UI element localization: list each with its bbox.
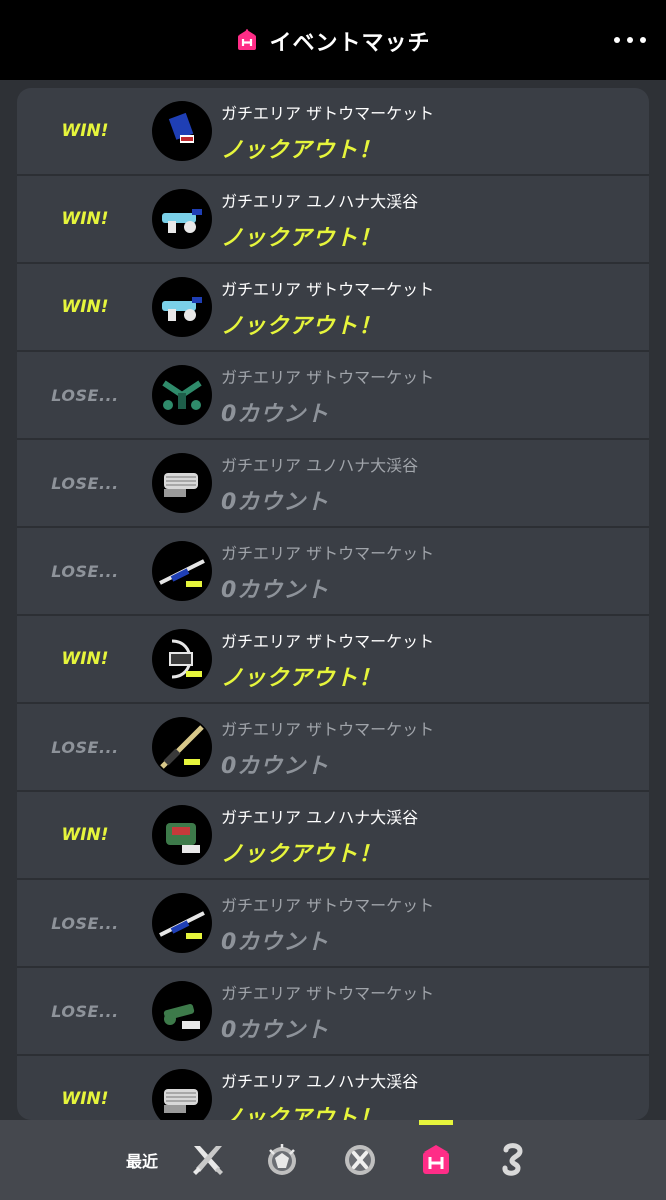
match-row[interactable]: WIN! ガチエリア ユノハナ大渓谷ノックアウト！ (17, 176, 649, 264)
match-row[interactable]: WIN! ガチエリア ユノハナ大渓谷ノックアウト！ (17, 1056, 649, 1120)
match-row[interactable]: LOSE... ガチエリア ユノハナ大渓谷 0カウント (17, 440, 649, 528)
match-result: LOSE... (51, 913, 119, 933)
brush-weapon-icon (152, 981, 212, 1041)
match-outcome: ノックアウト！ (221, 1106, 382, 1120)
match-row[interactable]: WIN! ガチエリア ザトウマーケットノックアウト！ (17, 616, 649, 704)
match-result: WIN! (61, 825, 109, 845)
match-row[interactable]: LOSE... ガチエリア ザトウマーケット 0カウント (17, 352, 649, 440)
splatling-weapon-icon (152, 1069, 212, 1120)
match-stage: ガチエリア ユノハナ大渓谷 (221, 192, 419, 211)
anarchy-battle-icon (268, 1144, 296, 1175)
match-stage: ガチエリア ザトウマーケット (221, 544, 435, 563)
match-stage: ガチエリア ザトウマーケット (221, 280, 435, 299)
dualies-weapon-icon (152, 365, 212, 425)
match-stage: ガチエリア ザトウマーケット (221, 896, 435, 915)
nav-private-battle[interactable] (492, 1120, 532, 1200)
match-outcome: 0カウント (221, 930, 330, 955)
match-stage: ガチエリア ザトウマーケット (221, 720, 435, 739)
match-stage: ガチエリア ユノハナ大渓谷 (221, 456, 419, 475)
bottom-navigation: 最近 (0, 1120, 666, 1200)
match-stage: ガチエリア ユノハナ大渓谷 (221, 1072, 419, 1091)
match-row[interactable]: WIN! ガチエリア ユノハナ大渓谷ノックアウト！ (17, 792, 649, 880)
splatling-weapon-icon (152, 453, 212, 513)
more-dot (640, 37, 646, 43)
match-result: WIN! (61, 121, 109, 141)
match-result: LOSE... (51, 737, 119, 757)
event-match-icon (423, 1145, 449, 1174)
shooter-weapon-icon (152, 189, 212, 249)
charger-weapon-icon (152, 893, 212, 953)
match-stage: ガチエリア ザトウマーケット (221, 632, 435, 651)
charger-weapon-icon (152, 541, 212, 601)
match-row[interactable]: LOSE... ガチエリア ザトウマーケット 0カウント (17, 880, 649, 968)
match-outcome: ノックアウト！ (221, 842, 382, 867)
match-result: WIN! (61, 649, 109, 669)
match-result: WIN! (61, 209, 109, 229)
header-title-group: イベントマッチ (0, 26, 666, 56)
private-battle-icon (502, 1143, 523, 1176)
match-result: WIN! (61, 297, 109, 317)
blaster-weapon-icon (152, 101, 212, 161)
match-outcome: 0カウント (221, 402, 330, 427)
match-result: LOSE... (51, 561, 119, 581)
match-outcome: 0カウント (221, 490, 330, 515)
more-dot (627, 37, 633, 43)
nav-anarchy-battle[interactable] (260, 1120, 304, 1200)
page-title: イベントマッチ (269, 31, 431, 56)
match-row[interactable]: WIN! ガチエリア ザトウマーケットノックアウト！ (17, 264, 649, 352)
match-outcome: 0カウント (221, 578, 330, 603)
splatana-weapon-icon (152, 717, 212, 777)
match-result: LOSE... (51, 1001, 119, 1021)
nav-event-match[interactable] (416, 1120, 456, 1200)
regular-battle-icon (193, 1146, 223, 1175)
match-row[interactable]: WIN! ガチエリア ザトウマーケットノックアウト！ (17, 88, 649, 176)
match-outcome: 0カウント (221, 754, 330, 779)
match-outcome: ノックアウト！ (221, 138, 382, 163)
nav-regular-battle[interactable] (186, 1120, 230, 1200)
match-row[interactable]: LOSE... ガチエリア ザトウマーケット 0カウント (17, 968, 649, 1056)
match-stage: ガチエリア ザトウマーケット (221, 984, 435, 1003)
more-options-icon[interactable] (614, 26, 646, 54)
nav-recent-label: 最近 (125, 1152, 158, 1171)
match-row[interactable]: LOSE... ガチエリア ザトウマーケット 0カウント (17, 528, 649, 616)
nav-x-battle[interactable] (338, 1120, 382, 1200)
match-row[interactable]: LOSE... ガチエリア ザトウマーケット 0カウント (17, 704, 649, 792)
match-result: LOSE... (51, 385, 119, 405)
match-outcome: ノックアウト！ (221, 666, 382, 691)
header-bar: イベントマッチ (0, 0, 666, 80)
nav-recent[interactable]: 最近 (118, 1120, 166, 1200)
slosher-weapon-icon (152, 805, 212, 865)
more-dot (614, 37, 620, 43)
stringer-weapon-icon (152, 629, 212, 689)
match-stage: ガチエリア ユノハナ大渓谷 (221, 808, 419, 827)
match-stage: ガチエリア ザトウマーケット (221, 368, 435, 387)
match-outcome: 0カウント (221, 1018, 330, 1043)
match-history-list: WIN! ガチエリア ザトウマーケット ノックアウト！ WIN! ガチエリア ユノハナ大… (17, 88, 649, 1120)
event-match-icon (238, 29, 257, 50)
shooter-weapon-icon (152, 277, 212, 337)
match-outcome: ノックアウト！ (221, 226, 382, 251)
x-battle-icon (345, 1145, 375, 1175)
match-outcome: ノックアウト！ (221, 314, 382, 339)
match-result: LOSE... (51, 473, 119, 493)
match-stage: ガチエリア ザトウマーケット (221, 104, 435, 123)
match-result: WIN! (61, 1089, 109, 1109)
